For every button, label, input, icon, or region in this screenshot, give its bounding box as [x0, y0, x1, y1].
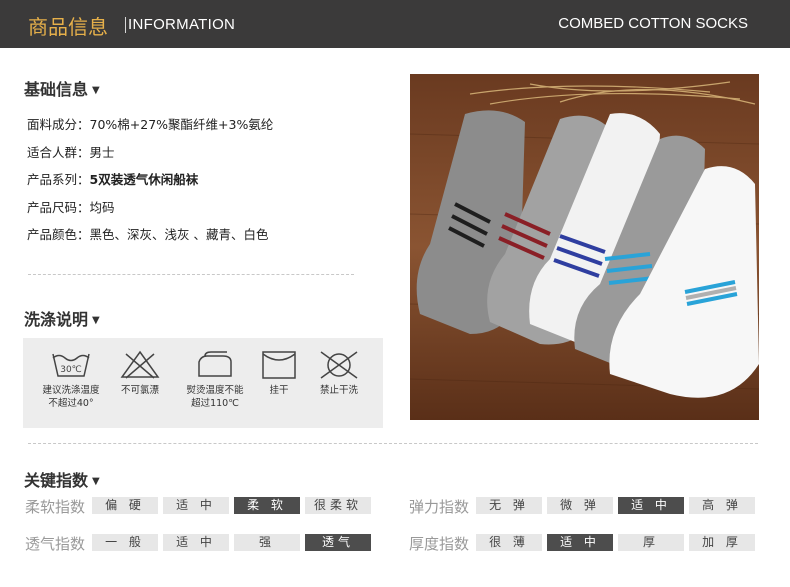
header-divider: [125, 17, 126, 33]
thickness-label: 厚度指数: [409, 535, 470, 553]
wash-label: 挂干: [269, 385, 289, 396]
attr-key: 产品系列：: [27, 172, 90, 187]
breathability-label: 透气指数: [25, 535, 86, 553]
thickness-option-selected: 适 中: [547, 534, 613, 551]
wash-item-hang-dry: 挂干: [259, 350, 299, 397]
wash-label: 不超过40°: [48, 398, 94, 409]
caret-down-icon: ▼: [92, 476, 100, 487]
hang-dry-icon: [262, 351, 296, 379]
iron-icon: [198, 351, 232, 377]
wash-item-iron: 熨烫温度不能 超过110℃: [175, 350, 255, 410]
attr-key: 产品尺码：: [27, 200, 90, 215]
washing-title: 洗涤说明 ▼: [24, 306, 100, 330]
divider-line: [28, 274, 354, 275]
header-title-cn: 商品信息: [28, 15, 108, 39]
attr-value: 黑色、深灰、浅灰 、藏青、白色: [89, 227, 269, 242]
softness-label: 柔软指数: [25, 498, 86, 516]
wash-item-temperature: 30℃ 建议洗涤温度 不超过40°: [35, 350, 107, 410]
thickness-option: 加 厚: [689, 534, 755, 551]
attr-value: 均码: [89, 200, 115, 215]
softness-option-selected: 柔 软: [234, 497, 300, 514]
wash-temp-label: 30℃: [60, 365, 82, 375]
softness-option: 很柔软: [305, 497, 371, 514]
breathability-option: 一 般: [92, 534, 158, 551]
elasticity-option: 高 弹: [689, 497, 755, 514]
elasticity-option-selected: 适 中: [618, 497, 684, 514]
attr-key: 产品颜色：: [27, 227, 90, 242]
wash-label: 熨烫温度不能: [186, 385, 244, 396]
header-bar: 商品信息 INFORMATION COMBED COTTON SOCKS: [0, 0, 790, 48]
product-photo: [410, 74, 759, 420]
wash-label: 超过110℃: [191, 398, 239, 409]
wash-label: 建议洗涤温度: [42, 385, 100, 396]
breathability-option: 强: [234, 534, 300, 551]
softness-option: 适 中: [163, 497, 229, 514]
key-index-title-text: 关键指数: [24, 471, 89, 490]
header-title-en: INFORMATION: [128, 16, 236, 33]
socks-image: [410, 74, 759, 420]
wash-label: 不可氯漂: [120, 385, 159, 396]
attr-row-audience: 适合人群：男士: [27, 142, 115, 161]
thickness-option: 厚: [618, 534, 684, 551]
attr-key: 适合人群：: [27, 145, 90, 160]
washing-title-text: 洗涤说明: [24, 310, 89, 329]
caret-down-icon: ▼: [92, 315, 100, 326]
washing-panel: 30℃ 建议洗涤温度 不超过40° 不可氯漂 熨烫温度不能 超过110℃ 挂干: [23, 338, 383, 428]
divider-line: [28, 443, 758, 444]
no-dry-clean-icon: [320, 351, 358, 379]
wash-item-no-bleach: 不可氯漂: [115, 350, 165, 397]
key-index-title: 关键指数 ▼: [24, 467, 100, 491]
attr-row-size: 产品尺码：均码: [27, 197, 115, 216]
basic-info-title: 基础信息 ▼: [24, 76, 100, 100]
basic-info-title-text: 基础信息: [24, 80, 89, 99]
thickness-option: 很 薄: [476, 534, 542, 551]
wash-label: 禁止干洗: [319, 385, 358, 396]
attr-value: 70%棉+27%聚酯纤维+3%氨纶: [89, 117, 274, 132]
attr-row-series: 产品系列：5双装透气休闲船袜: [27, 169, 198, 188]
elasticity-option: 无 弹: [476, 497, 542, 514]
elasticity-option: 微 弹: [547, 497, 613, 514]
elasticity-label: 弹力指数: [409, 498, 470, 516]
breathability-option-selected: 透气: [305, 534, 371, 551]
softness-option: 偏 硬: [92, 497, 158, 514]
attr-value: 5双装透气休闲船袜: [89, 172, 199, 187]
caret-down-icon: ▼: [92, 85, 100, 96]
attr-value: 男士: [89, 145, 115, 160]
no-bleach-icon: [120, 350, 160, 379]
breathability-option: 适 中: [163, 534, 229, 551]
attr-key: 面料成分：: [27, 117, 90, 132]
wash-item-no-dry-clean: 禁止干洗: [313, 350, 365, 397]
index-row-1: 柔软指数 偏 硬 适 中 柔 软 很柔软 弹力指数 无 弹 微 弹 适 中 高 …: [0, 496, 790, 516]
wash-30-icon: 30℃: [52, 353, 90, 377]
header-product-name: COMBED COTTON SOCKS: [558, 15, 748, 32]
attr-row-colors: 产品颜色：黑色、深灰、浅灰 、藏青、白色: [27, 224, 269, 243]
index-row-2: 透气指数 一 般 适 中 强 透气 厚度指数 很 薄 适 中 厚 加 厚: [0, 533, 790, 553]
attr-row-fabric: 面料成分：70%棉+27%聚酯纤维+3%氨纶: [27, 114, 273, 133]
